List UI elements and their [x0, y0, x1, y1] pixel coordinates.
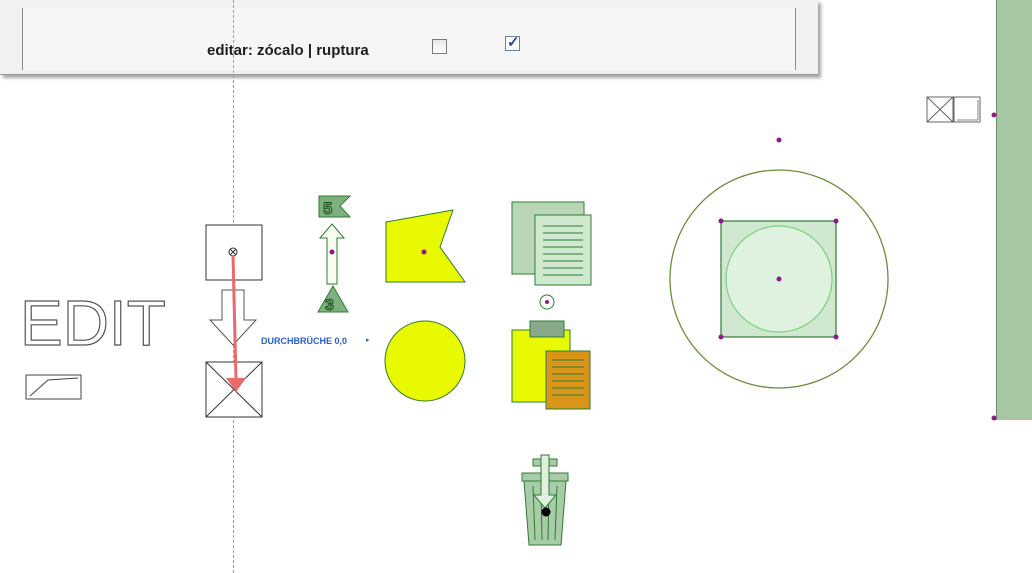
drawing-canvas[interactable]: EDIT 5 3 — [0, 0, 1032, 573]
flag-5-number: 5 — [323, 199, 332, 218]
grip-point[interactable] — [329, 249, 335, 255]
small-empty-box[interactable] — [953, 96, 981, 123]
yellow-pentagon[interactable] — [385, 209, 466, 283]
clipboard-clip — [529, 320, 565, 338]
tag-arrow-icon: ▸ — [366, 337, 370, 344]
bin-anchor-point[interactable] — [541, 507, 551, 517]
edit-outline-text[interactable]: EDIT — [19, 286, 166, 359]
grip-point[interactable] — [421, 249, 427, 255]
yellow-circle[interactable] — [384, 320, 466, 402]
triangle-3-number: 3 — [325, 297, 334, 314]
durchbruche-label[interactable]: DURCHBRÜCHE 0,0 — [261, 336, 347, 346]
